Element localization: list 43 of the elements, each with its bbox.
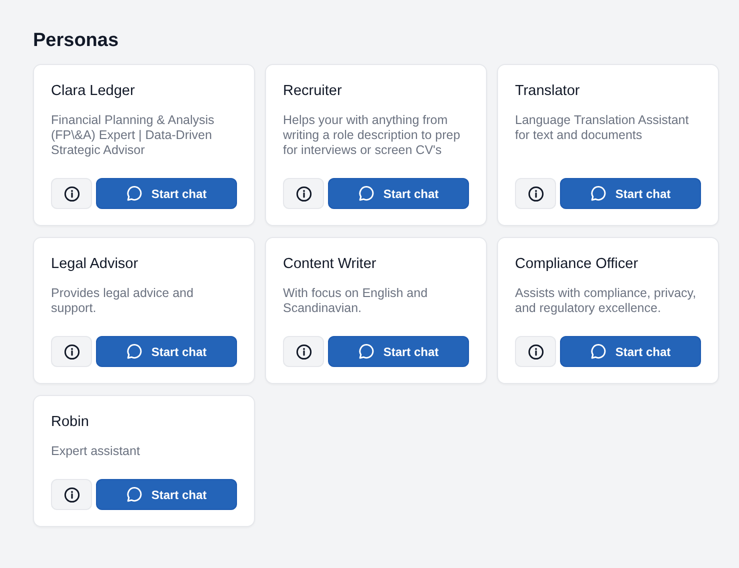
start-chat-button[interactable]: Start chat (560, 336, 701, 367)
persona-name: Legal Advisor (51, 255, 140, 274)
persona-description: Financial Planning & Analysis (FP\&A) Expert | Data-Driven Strategic Advisor (51, 113, 216, 158)
persona-description: Provides legal advice and support. (51, 286, 194, 316)
start-chat-button[interactable]: Start chat (328, 336, 469, 367)
info-icon (64, 486, 80, 502)
info-icon (296, 186, 312, 202)
persona-description: Expert assistant (51, 444, 141, 459)
chat-bubble-icon (358, 343, 376, 360)
persona-name: Translator (515, 82, 581, 101)
start-chat-button[interactable]: Start chat (560, 178, 701, 209)
chat-bubble-icon (358, 185, 376, 202)
persona-name: Compliance Officer (515, 255, 640, 274)
info-icon (528, 344, 544, 360)
info-button[interactable] (515, 178, 556, 209)
info-button[interactable] (51, 336, 92, 367)
start-chat-button[interactable]: Start chat (328, 178, 469, 209)
info-button[interactable] (51, 178, 92, 209)
persona-name: Robin (51, 413, 90, 432)
info-button[interactable] (515, 336, 556, 367)
chat-bubble-icon (126, 185, 144, 202)
start-chat-button[interactable]: Start chat (96, 178, 237, 209)
chat-bubble-icon (126, 486, 144, 503)
info-icon (64, 344, 80, 360)
info-button[interactable] (51, 479, 92, 510)
chat-bubble-icon (126, 343, 144, 360)
page-title: Personas (33, 29, 119, 53)
persona-description: Assists with compliance, privacy, and regulatory excellence. (515, 286, 698, 316)
chat-bubble-icon (590, 185, 608, 202)
persona-description: Helps your with anything from writing a role description to prep for interviews or screen CV's (283, 113, 462, 158)
info-icon (64, 186, 80, 202)
info-button[interactable] (283, 178, 324, 209)
info-icon (528, 186, 544, 202)
persona-name: Recruiter (283, 82, 343, 101)
start-chat-button[interactable]: Start chat (96, 336, 237, 367)
persona-name: Clara Ledger (51, 82, 136, 101)
start-chat-button[interactable]: Start chat (96, 479, 237, 510)
info-icon (296, 344, 312, 360)
persona-description: Language Translation Assistant for text and documents (515, 113, 690, 143)
chat-bubble-icon (590, 343, 608, 360)
persona-name: Content Writer (283, 255, 378, 274)
persona-description: With focus on English and Scandinavian. (283, 286, 429, 316)
info-button[interactable] (283, 336, 324, 367)
